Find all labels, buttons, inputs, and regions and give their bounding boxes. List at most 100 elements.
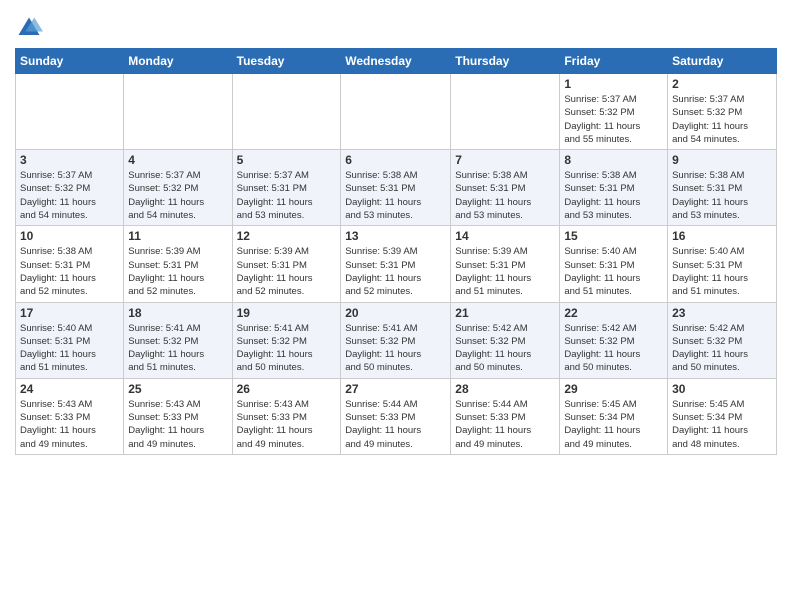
day-number: 16 [672,229,772,243]
day-number: 12 [237,229,337,243]
weekday-header-thursday: Thursday [451,49,560,74]
week-row-2: 3 Sunrise: 5:37 AM Sunset: 5:32 PM Daylig… [16,150,777,226]
calendar-cell: 13Sunrise: 5:39 AM Sunset: 5:31 PM Dayli… [341,226,451,302]
header [15,10,777,42]
day-info: Sunrise: 5:43 AM Sunset: 5:33 PM Dayligh… [20,398,119,451]
day-number: 21 [455,306,555,320]
calendar-cell: 6 Sunrise: 5:38 AM Sunset: 5:31 PM Daylig… [341,150,451,226]
calendar-cell: 28Sunrise: 5:44 AM Sunset: 5:33 PM Dayli… [451,378,560,454]
day-info: Sunrise: 5:41 AM Sunset: 5:32 PM Dayligh… [237,322,337,375]
day-info: Sunrise: 5:41 AM Sunset: 5:32 PM Dayligh… [128,322,227,375]
logo [15,14,45,42]
week-row-4: 17 Sunrise: 5:40 AM Sunset: 5:31 PM Dayli… [16,302,777,378]
day-info: Sunrise: 5:41 AM Sunset: 5:32 PM Dayligh… [345,322,446,375]
calendar-cell [232,74,341,150]
calendar-cell: 4 Sunrise: 5:37 AM Sunset: 5:32 PM Daylig… [124,150,232,226]
day-number: 13 [345,229,446,243]
day-number: 7 [455,153,555,167]
day-info: Sunrise: 5:43 AM Sunset: 5:33 PM Dayligh… [128,398,227,451]
day-number: 17 [20,306,119,320]
calendar: SundayMondayTuesdayWednesdayThursdayFrid… [15,48,777,455]
weekday-header-saturday: Saturday [668,49,777,74]
day-info: Sunrise: 5:42 AM Sunset: 5:32 PM Dayligh… [672,322,772,375]
day-info: Sunrise: 5:38 AM Sunset: 5:31 PM Dayligh… [20,245,119,298]
calendar-cell: 9 Sunrise: 5:38 AM Sunset: 5:31 PM Daylig… [668,150,777,226]
calendar-cell: 22Sunrise: 5:42 AM Sunset: 5:32 PM Dayli… [560,302,668,378]
calendar-cell: 26 Sunrise: 5:43 AM Sunset: 5:33 PM Dayli… [232,378,341,454]
weekday-header-row: SundayMondayTuesdayWednesdayThursdayFrid… [16,49,777,74]
day-info: Sunrise: 5:38 AM Sunset: 5:31 PM Dayligh… [564,169,663,222]
day-number: 29 [564,382,663,396]
day-number: 23 [672,306,772,320]
weekday-header-monday: Monday [124,49,232,74]
week-row-3: 10 Sunrise: 5:38 AM Sunset: 5:31 PM Dayli… [16,226,777,302]
day-number: 5 [237,153,337,167]
calendar-cell: 11Sunrise: 5:39 AM Sunset: 5:31 PM Dayli… [124,226,232,302]
logo-icon [15,14,43,42]
calendar-cell: 1 Sunrise: 5:37 AM Sunset: 5:32 PM Daylig… [560,74,668,150]
day-info: Sunrise: 5:43 AM Sunset: 5:33 PM Dayligh… [237,398,337,451]
page: SundayMondayTuesdayWednesdayThursdayFrid… [0,0,792,612]
calendar-cell: 5 Sunrise: 5:37 AM Sunset: 5:31 PM Daylig… [232,150,341,226]
day-number: 2 [672,77,772,91]
calendar-cell: 23 Sunrise: 5:42 AM Sunset: 5:32 PM Dayli… [668,302,777,378]
day-info: Sunrise: 5:44 AM Sunset: 5:33 PM Dayligh… [345,398,446,451]
day-number: 11 [128,229,227,243]
calendar-cell: 21 Sunrise: 5:42 AM Sunset: 5:32 PM Dayli… [451,302,560,378]
day-info: Sunrise: 5:42 AM Sunset: 5:32 PM Dayligh… [455,322,555,375]
day-info: Sunrise: 5:40 AM Sunset: 5:31 PM Dayligh… [564,245,663,298]
day-info: Sunrise: 5:37 AM Sunset: 5:32 PM Dayligh… [20,169,119,222]
weekday-header-friday: Friday [560,49,668,74]
calendar-cell: 24 Sunrise: 5:43 AM Sunset: 5:33 PM Dayli… [16,378,124,454]
day-info: Sunrise: 5:37 AM Sunset: 5:31 PM Dayligh… [237,169,337,222]
calendar-cell [16,74,124,150]
calendar-cell: 29 Sunrise: 5:45 AM Sunset: 5:34 PM Dayli… [560,378,668,454]
day-info: Sunrise: 5:40 AM Sunset: 5:31 PM Dayligh… [672,245,772,298]
day-info: Sunrise: 5:37 AM Sunset: 5:32 PM Dayligh… [672,93,772,146]
day-info: Sunrise: 5:45 AM Sunset: 5:34 PM Dayligh… [672,398,772,451]
calendar-cell: 8 Sunrise: 5:38 AM Sunset: 5:31 PM Daylig… [560,150,668,226]
day-number: 30 [672,382,772,396]
day-number: 8 [564,153,663,167]
calendar-cell: 14 Sunrise: 5:39 AM Sunset: 5:31 PM Dayli… [451,226,560,302]
day-info: Sunrise: 5:42 AM Sunset: 5:32 PM Dayligh… [564,322,663,375]
day-info: Sunrise: 5:38 AM Sunset: 5:31 PM Dayligh… [672,169,772,222]
calendar-cell [451,74,560,150]
day-number: 9 [672,153,772,167]
weekday-header-wednesday: Wednesday [341,49,451,74]
day-number: 19 [237,306,337,320]
calendar-cell: 7Sunrise: 5:38 AM Sunset: 5:31 PM Daylig… [451,150,560,226]
day-number: 20 [345,306,446,320]
day-info: Sunrise: 5:39 AM Sunset: 5:31 PM Dayligh… [237,245,337,298]
day-number: 24 [20,382,119,396]
day-number: 14 [455,229,555,243]
calendar-cell [341,74,451,150]
day-number: 15 [564,229,663,243]
day-number: 4 [128,153,227,167]
day-number: 6 [345,153,446,167]
day-info: Sunrise: 5:38 AM Sunset: 5:31 PM Dayligh… [345,169,446,222]
day-info: Sunrise: 5:40 AM Sunset: 5:31 PM Dayligh… [20,322,119,375]
calendar-cell: 16 Sunrise: 5:40 AM Sunset: 5:31 PM Dayli… [668,226,777,302]
calendar-cell: 10 Sunrise: 5:38 AM Sunset: 5:31 PM Dayli… [16,226,124,302]
day-number: 26 [237,382,337,396]
day-number: 1 [564,77,663,91]
day-info: Sunrise: 5:37 AM Sunset: 5:32 PM Dayligh… [564,93,663,146]
calendar-cell: 19 Sunrise: 5:41 AM Sunset: 5:32 PM Dayli… [232,302,341,378]
calendar-cell: 20 Sunrise: 5:41 AM Sunset: 5:32 PM Dayli… [341,302,451,378]
week-row-1: 1 Sunrise: 5:37 AM Sunset: 5:32 PM Daylig… [16,74,777,150]
day-info: Sunrise: 5:39 AM Sunset: 5:31 PM Dayligh… [455,245,555,298]
calendar-cell: 25 Sunrise: 5:43 AM Sunset: 5:33 PM Dayli… [124,378,232,454]
week-row-5: 24 Sunrise: 5:43 AM Sunset: 5:33 PM Dayli… [16,378,777,454]
calendar-cell: 30 Sunrise: 5:45 AM Sunset: 5:34 PM Dayli… [668,378,777,454]
calendar-cell: 17 Sunrise: 5:40 AM Sunset: 5:31 PM Dayli… [16,302,124,378]
day-number: 18 [128,306,227,320]
calendar-cell: 15 Sunrise: 5:40 AM Sunset: 5:31 PM Dayli… [560,226,668,302]
calendar-cell: 27Sunrise: 5:44 AM Sunset: 5:33 PM Dayli… [341,378,451,454]
calendar-cell [124,74,232,150]
day-info: Sunrise: 5:45 AM Sunset: 5:34 PM Dayligh… [564,398,663,451]
day-info: Sunrise: 5:37 AM Sunset: 5:32 PM Dayligh… [128,169,227,222]
day-number: 3 [20,153,119,167]
day-number: 10 [20,229,119,243]
day-number: 25 [128,382,227,396]
